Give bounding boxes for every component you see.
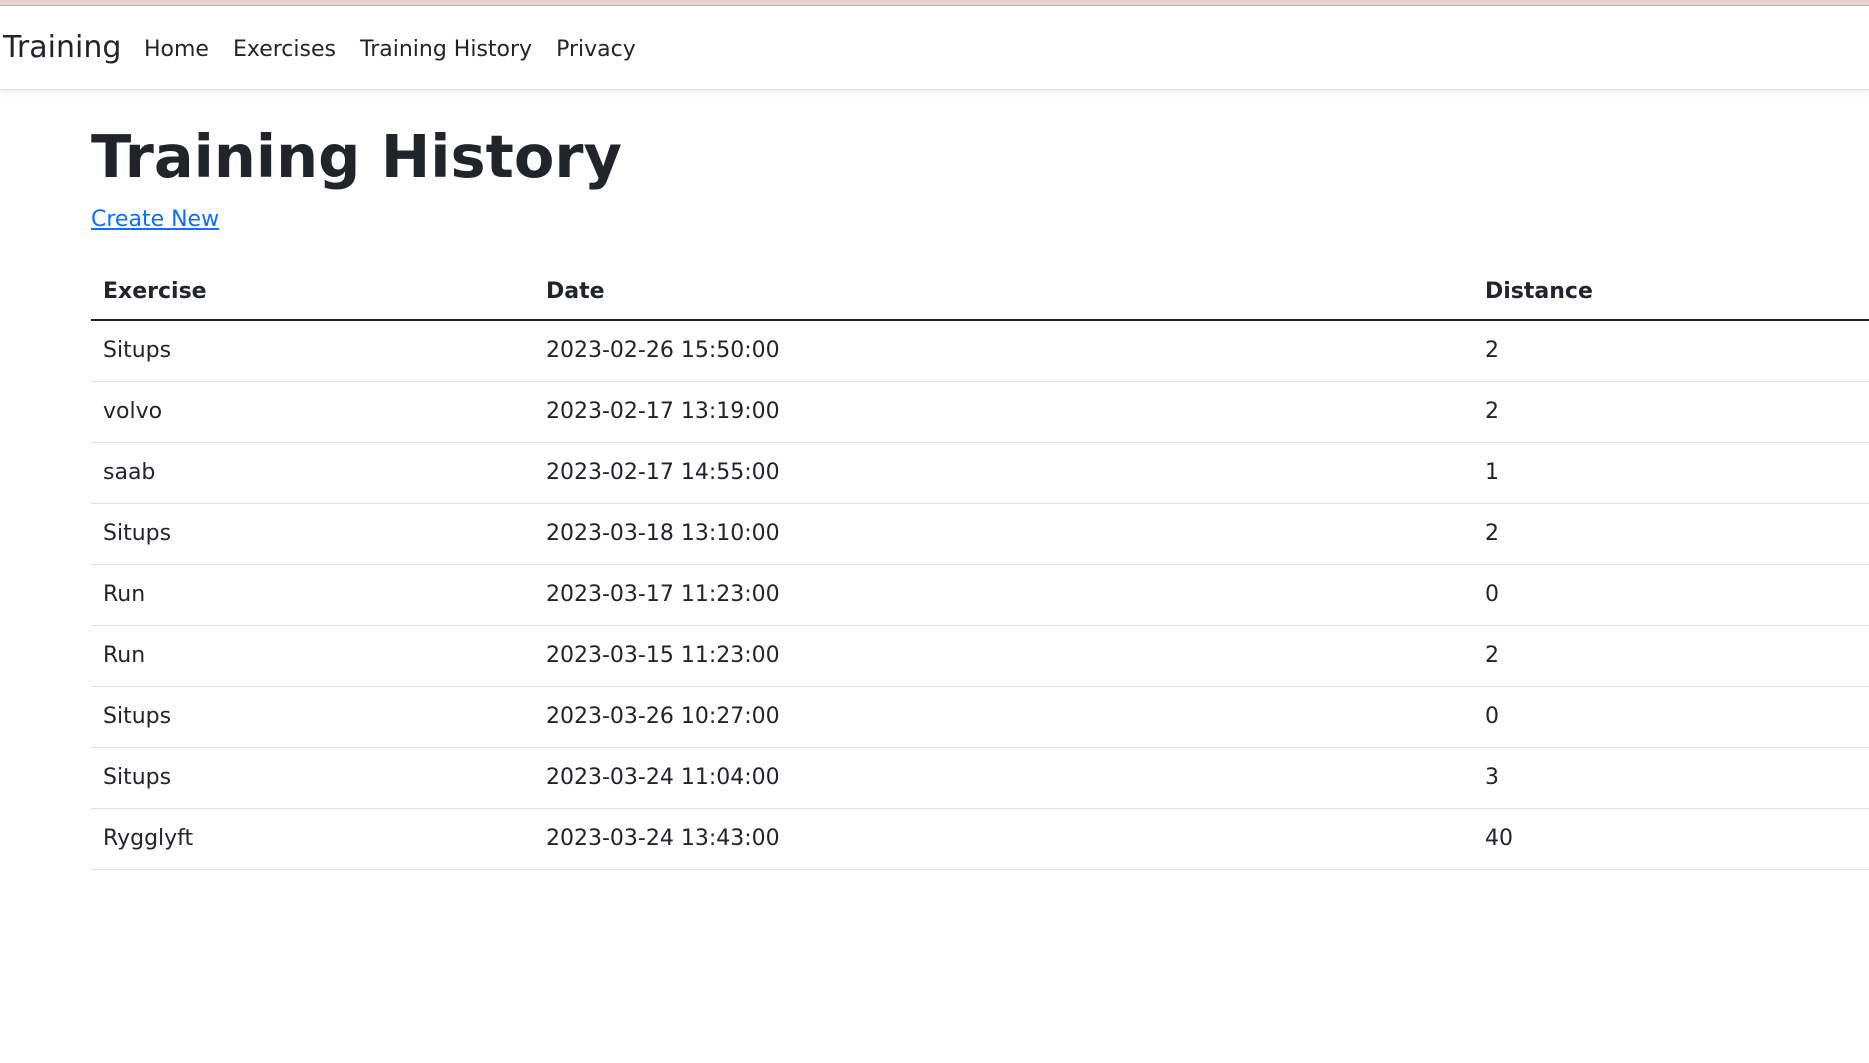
cell-exercise: Situps <box>91 503 534 565</box>
cell-exercise: Situps <box>91 686 534 748</box>
table-row: Rygglyft 2023-03-24 13:43:00 40 <box>91 808 1869 870</box>
table-row: Situps 2023-03-18 13:10:00 2 <box>91 503 1869 565</box>
page-title: Training History <box>91 122 622 191</box>
nav-link-home[interactable]: Home <box>134 36 221 64</box>
table-row: Run 2023-03-17 11:23:00 0 <box>91 564 1869 626</box>
cell-distance: 2 <box>1473 625 1869 687</box>
cell-distance: 0 <box>1473 686 1869 748</box>
cell-distance: 2 <box>1473 503 1869 565</box>
cell-exercise: Rygglyft <box>91 808 534 870</box>
cell-date: 2023-03-15 11:23:00 <box>534 625 1473 687</box>
nav-links: Home Exercises Training History Privacy <box>134 36 648 64</box>
nav-link-privacy[interactable]: Privacy <box>544 36 648 64</box>
table-row: Situps 2023-03-26 10:27:00 0 <box>91 686 1869 748</box>
cell-distance: 2 <box>1473 381 1869 443</box>
nav-link-training-history[interactable]: Training History <box>348 36 544 64</box>
cell-date: 2023-02-17 14:55:00 <box>534 442 1473 504</box>
cell-date: 2023-02-26 15:50:00 <box>534 320 1473 382</box>
table-row: volvo 2023-02-17 13:19:00 2 <box>91 381 1869 443</box>
cell-date: 2023-03-26 10:27:00 <box>534 686 1473 748</box>
cell-distance: 40 <box>1473 808 1869 870</box>
cell-date: 2023-03-24 13:43:00 <box>534 808 1473 870</box>
table-header-row: Exercise Date Distance <box>91 263 1869 321</box>
brand-link[interactable]: Training <box>3 30 121 65</box>
table-row: Run 2023-03-15 11:23:00 2 <box>91 625 1869 687</box>
cell-exercise: Situps <box>91 320 534 382</box>
cell-exercise: saab <box>91 442 534 504</box>
cell-date: 2023-03-24 11:04:00 <box>534 747 1473 809</box>
cell-exercise: Run <box>91 625 534 687</box>
table-row: saab 2023-02-17 14:55:00 1 <box>91 442 1869 504</box>
column-header-exercise: Exercise <box>91 263 534 321</box>
cell-distance: 1 <box>1473 442 1869 504</box>
top-navbar: Training Home Exercises Training History… <box>0 6 1869 90</box>
cell-distance: 2 <box>1473 320 1869 382</box>
training-history-table: Exercise Date Distance Situps 2023-02-26… <box>91 263 1869 870</box>
cell-date: 2023-03-17 11:23:00 <box>534 564 1473 626</box>
cell-distance: 0 <box>1473 564 1869 626</box>
create-new-link[interactable]: Create New <box>91 205 219 235</box>
cell-date: 2023-02-17 13:19:00 <box>534 381 1473 443</box>
column-header-distance: Distance <box>1473 263 1869 321</box>
table-row: Situps 2023-03-24 11:04:00 3 <box>91 747 1869 809</box>
column-header-date: Date <box>534 263 1473 321</box>
cell-exercise: Situps <box>91 747 534 809</box>
table-row: Situps 2023-02-26 15:50:00 2 <box>91 320 1869 382</box>
cell-distance: 3 <box>1473 747 1869 809</box>
cell-exercise: Run <box>91 564 534 626</box>
nav-link-exercises[interactable]: Exercises <box>221 36 348 64</box>
cell-date: 2023-03-18 13:10:00 <box>534 503 1473 565</box>
cell-exercise: volvo <box>91 381 534 443</box>
